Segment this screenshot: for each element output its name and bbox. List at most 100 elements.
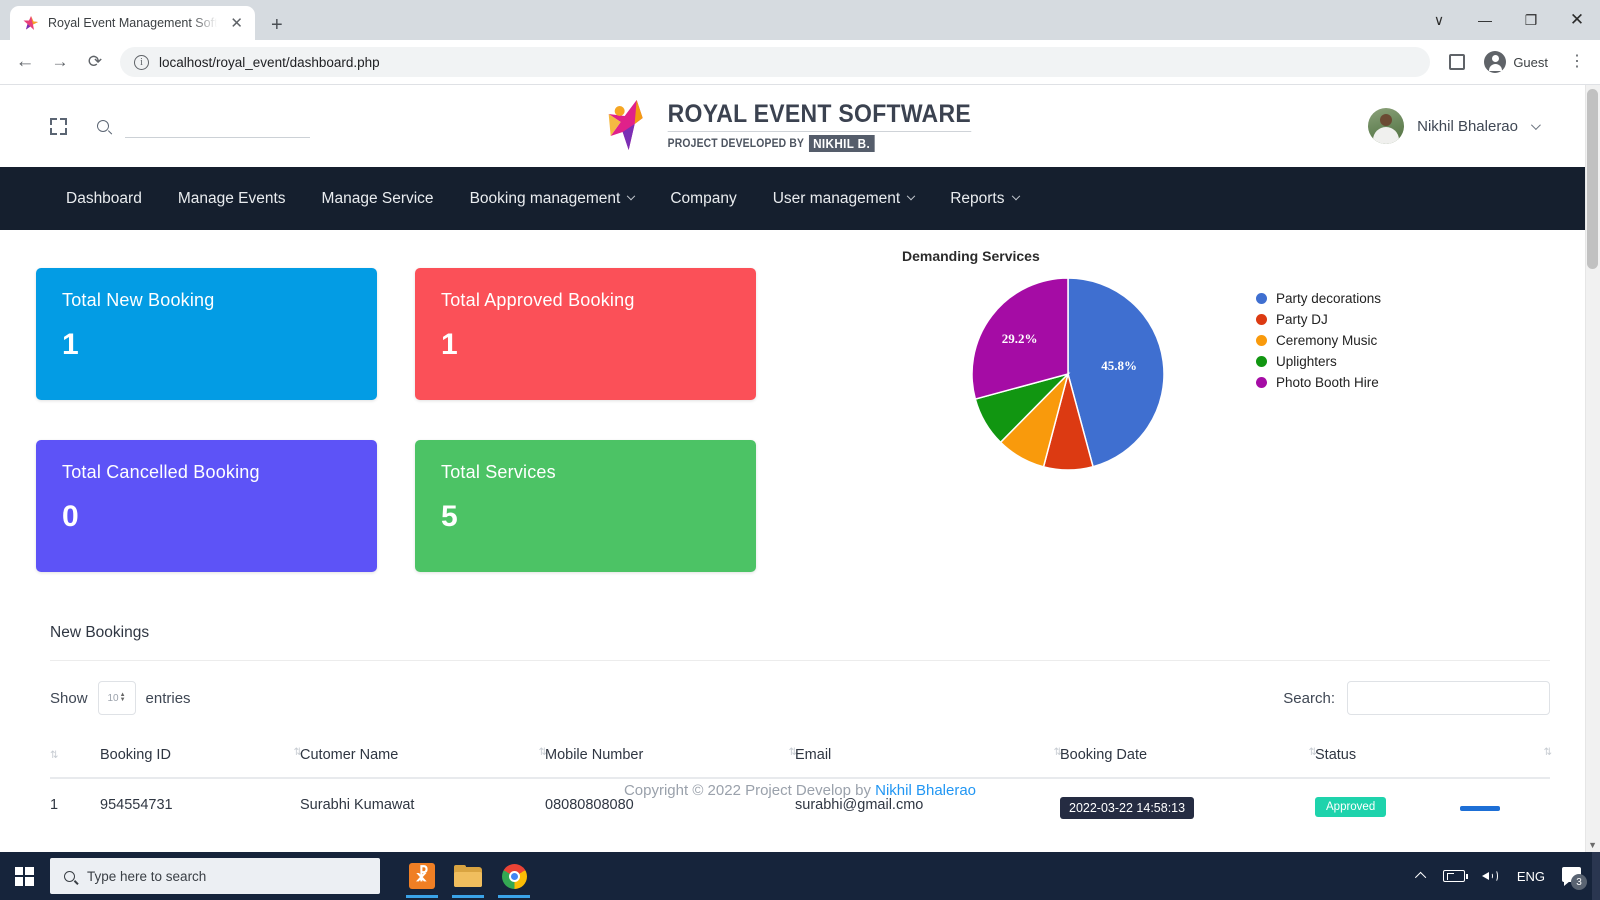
chevron-down-icon[interactable] xyxy=(1530,119,1541,130)
taskbar-app-chrome[interactable] xyxy=(494,854,534,898)
address-bar[interactable]: i localhost/royal_event/dashboard.php xyxy=(120,47,1431,77)
new-tab-icon[interactable]: + xyxy=(271,15,283,35)
divider xyxy=(50,660,1550,661)
legend-item[interactable]: Uplighters xyxy=(1256,351,1381,372)
nav-item-booking-management[interactable]: Booking management xyxy=(452,167,653,230)
legend-label: Uplighters xyxy=(1276,354,1337,369)
stat-card-total-new-booking[interactable]: Total New Booking 1 xyxy=(36,268,377,400)
stepper-icon: ▲ ▼ xyxy=(119,692,126,703)
col-booking-id[interactable]: Booking ID ⇅ xyxy=(100,737,302,779)
col-index[interactable]: ⇅ xyxy=(50,737,100,779)
page-scrollbar[interactable]: ▲ ▼ xyxy=(1585,85,1600,852)
stat-card-total-services[interactable]: Total Services 5 xyxy=(415,440,756,572)
notification-count: 3 xyxy=(1571,874,1587,890)
show-label: Show xyxy=(50,689,88,707)
nav-item-manage-events[interactable]: Manage Events xyxy=(160,167,304,230)
scroll-down-icon[interactable]: ▼ xyxy=(1588,840,1597,850)
chevron-down-icon xyxy=(627,191,636,200)
col-label: Booking ID xyxy=(100,747,171,763)
stat-card-grid: Total New Booking 1 Total Approved Booki… xyxy=(36,268,758,572)
tab-close-icon[interactable]: ✕ xyxy=(226,14,247,33)
sort-icon[interactable]: ⇅ xyxy=(50,750,59,761)
legend-item[interactable]: Photo Booth Hire xyxy=(1256,372,1381,393)
app-logo: ROYAL EVENT SOFTWARE PROJECT DEVELOPED B… xyxy=(603,98,998,154)
volume-icon[interactable] xyxy=(1481,869,1500,883)
show-desktop-button[interactable] xyxy=(1592,852,1600,900)
col-label: Mobile Number xyxy=(545,747,644,763)
col-status[interactable]: Status ⇅ xyxy=(1315,737,1553,779)
site-info-icon[interactable]: i xyxy=(134,54,149,70)
search-input[interactable] xyxy=(125,114,310,138)
back-icon[interactable]: ← xyxy=(9,46,41,78)
legend-item[interactable]: Party DJ xyxy=(1256,309,1381,330)
legend-label: Party decorations xyxy=(1276,291,1382,306)
table-search-input[interactable] xyxy=(1347,681,1550,715)
sort-icon[interactable]: ⇅ xyxy=(1544,747,1553,758)
legend-item[interactable]: Party decorations xyxy=(1256,288,1381,309)
start-button[interactable] xyxy=(0,852,48,900)
stat-card-title: Total Cancelled Booking xyxy=(62,462,260,482)
windows-taskbar: Type here to search ☧ ENG 3 xyxy=(0,852,1600,900)
nav-item-company[interactable]: Company xyxy=(652,167,754,230)
window-controls: ∨ — ❐ ✕ xyxy=(1416,0,1600,40)
legend-color-swatch xyxy=(1256,335,1267,346)
pagination-control[interactable] xyxy=(1460,806,1500,811)
notifications-icon[interactable]: 3 xyxy=(1562,866,1587,890)
entries-control: Show 10 ▲ ▼ entries xyxy=(50,681,191,715)
file-explorer-icon xyxy=(454,865,482,887)
legend-color-swatch xyxy=(1256,293,1267,304)
stat-card-total-cancelled-booking[interactable]: Total Cancelled Booking 0 xyxy=(36,440,377,572)
nav-label: Dashboard xyxy=(66,189,142,207)
header-search[interactable] xyxy=(94,114,310,138)
xampp-icon: ☧ xyxy=(409,863,435,889)
user-menu[interactable]: Nikhil Bhalerao xyxy=(1368,108,1570,144)
tab-title: Royal Event Management Softwa xyxy=(48,16,218,30)
minimize-button[interactable]: — xyxy=(1462,0,1508,40)
search-icon[interactable] xyxy=(94,117,112,135)
col-customer-name[interactable]: Cutomer Name ⇅ xyxy=(300,737,547,779)
taskbar-app-xampp[interactable]: ☧ xyxy=(402,854,442,898)
taskbar-search[interactable]: Type here to search xyxy=(50,858,380,894)
col-label: Email xyxy=(795,747,832,763)
chrome-menu-icon[interactable]: ⋮ xyxy=(1563,53,1591,69)
nav-item-user-management[interactable]: User management xyxy=(755,167,933,230)
tab-search-icon[interactable]: ∨ xyxy=(1416,0,1462,40)
nav-item-reports[interactable]: Reports xyxy=(932,167,1036,230)
browser-tab[interactable]: Royal Event Management Softwa ✕ xyxy=(10,6,255,40)
date-badge: 2022-03-22 14:58:13 xyxy=(1060,797,1195,819)
col-label: Booking Date xyxy=(1060,747,1148,763)
forward-icon[interactable]: → xyxy=(44,46,76,78)
brand-title: ROYAL EVENT SOFTWARE xyxy=(667,100,971,132)
fullscreen-icon[interactable] xyxy=(50,117,67,135)
stat-card-title: Total Approved Booking xyxy=(441,290,635,310)
nav-item-dashboard[interactable]: Dashboard xyxy=(48,167,160,230)
stat-card-total-approved-booking[interactable]: Total Approved Booking 1 xyxy=(415,268,756,400)
battery-icon[interactable] xyxy=(1442,870,1468,882)
reload-icon[interactable]: ⟳ xyxy=(79,46,111,78)
taskbar-app-file-explorer[interactable] xyxy=(448,854,488,898)
site-favicon-icon xyxy=(22,15,39,32)
legend-color-swatch xyxy=(1256,377,1267,388)
demanding-services-chart: Demanding Services 45.8% 29.2% Party dec… xyxy=(880,248,1440,474)
footer-author-link[interactable]: Nikhil Bhalerao xyxy=(875,782,976,799)
legend-item[interactable]: Ceremony Music xyxy=(1256,330,1381,351)
system-tray: ENG 3 xyxy=(1414,866,1600,890)
language-indicator[interactable]: ENG xyxy=(1517,869,1545,884)
copyright-text: Copyright © 2022 Project Develop by xyxy=(623,782,876,799)
browser-toolbar: ← → ⟳ i localhost/royal_event/dashboard.… xyxy=(0,40,1600,85)
scrollbar-thumb[interactable] xyxy=(1587,89,1598,269)
col-booking-date[interactable]: Booking Date ⇅ xyxy=(1060,737,1317,779)
table-search: Search: xyxy=(1283,681,1550,715)
chevron-down-icon xyxy=(906,191,916,200)
nav-item-manage-service[interactable]: Manage Service xyxy=(304,167,452,230)
browser-tabstrip: Royal Event Management Softwa ✕ + ∨ — ❐ … xyxy=(0,0,1600,40)
entries-per-page-select[interactable]: 10 ▲ ▼ xyxy=(97,681,136,715)
col-email[interactable]: Email ⇅ xyxy=(795,737,1062,779)
close-window-button[interactable]: ✕ xyxy=(1554,0,1600,40)
side-panel-icon[interactable] xyxy=(1441,46,1473,78)
profile-button[interactable]: Guest xyxy=(1480,47,1560,77)
show-hidden-icons-icon[interactable] xyxy=(1414,871,1427,884)
col-mobile-number[interactable]: Mobile Number ⇅ xyxy=(545,737,797,779)
search-icon xyxy=(61,868,78,884)
maximize-button[interactable]: ❐ xyxy=(1508,0,1554,40)
